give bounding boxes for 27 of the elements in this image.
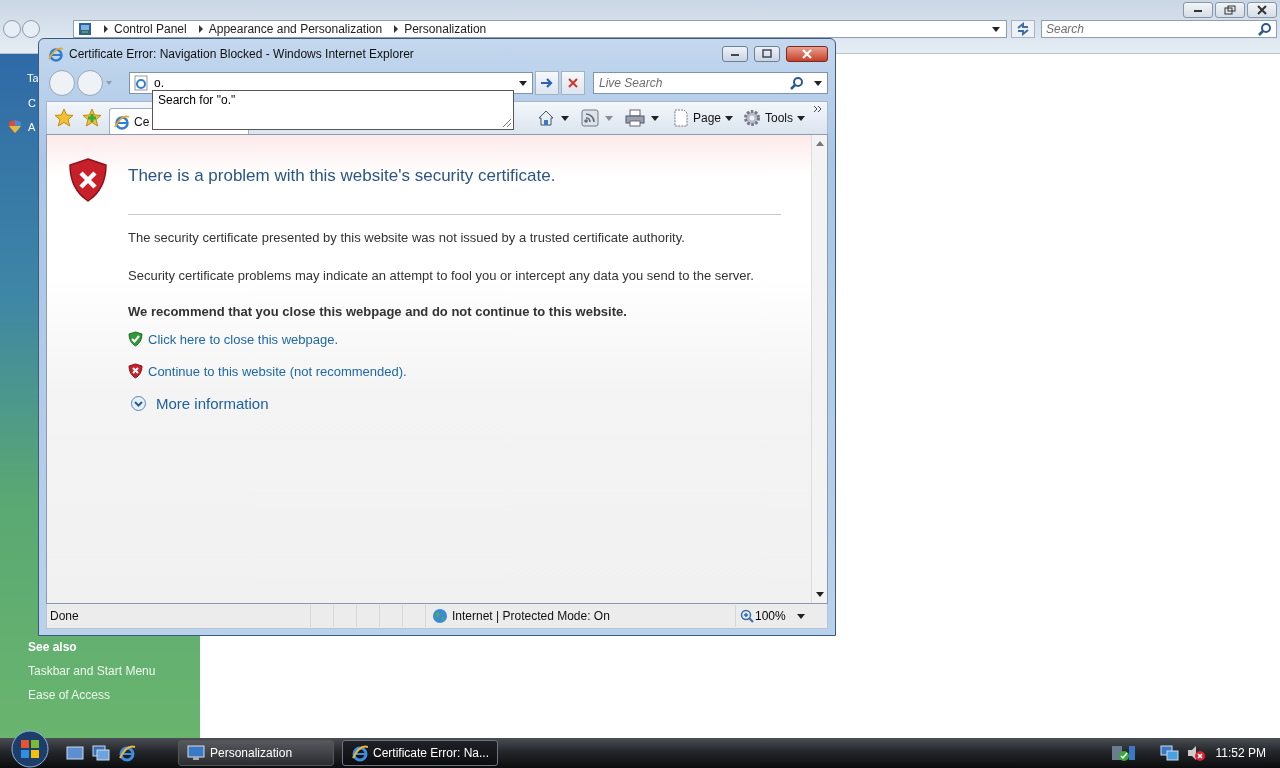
breadcrumb-item[interactable]: Control Panel [114, 22, 187, 36]
link[interactable]: Click here to close this webpage. [148, 331, 339, 347]
security-zone-text: Internet | Protected Mode: On [452, 609, 610, 623]
sidebar-link[interactable]: Ta [27, 70, 39, 95]
link[interactable]: Continue to this website (not recommended). [148, 363, 407, 379]
status-text: Done [49, 609, 80, 623]
clock[interactable]: 11:52 PM [1215, 746, 1266, 760]
recommendation-text: We recommend that you close this webpage and do not continue to this website. [128, 304, 628, 319]
search-field[interactable]: Live Search [593, 72, 828, 94]
zoom-button[interactable]: 100% [735, 605, 797, 627]
paragraph: Security certificate problems may indicate an attempt to fool you or intercept any data you send to the server. [128, 267, 755, 285]
search-field[interactable]: Search [1041, 20, 1277, 38]
see-also-heading: See also [28, 640, 77, 654]
sidebar-link[interactable]: A [28, 119, 36, 144]
breadcrumb-item[interactable]: Appearance and Personalization [208, 22, 383, 36]
paragraph: The security certificate presented by this website was not issued by a trusted certificate authority. [128, 229, 686, 247]
window-title: Certificate Error: Navigation Blocked - Windows Internet Explorer [69, 47, 414, 61]
address-bar[interactable]: Control Panel Appearance and Personalization Personalization [73, 20, 1007, 38]
breadcrumb-item[interactable]: Personalization [404, 22, 487, 36]
tools-menu-button[interactable]: Tools [741, 109, 807, 127]
suggestion-item[interactable]: Search for "o." [158, 93, 236, 107]
more-information-link[interactable]: More information [156, 395, 269, 412]
sidebar-link[interactable]: C [28, 94, 36, 119]
page-menu-button[interactable]: Page [670, 109, 735, 127]
taskbar-button[interactable]: Personalization [178, 740, 334, 766]
taskbar-button[interactable]: Certificate Error: Na... [342, 740, 498, 766]
page-heading: There is a problem with this website's security certificate. [128, 166, 556, 186]
